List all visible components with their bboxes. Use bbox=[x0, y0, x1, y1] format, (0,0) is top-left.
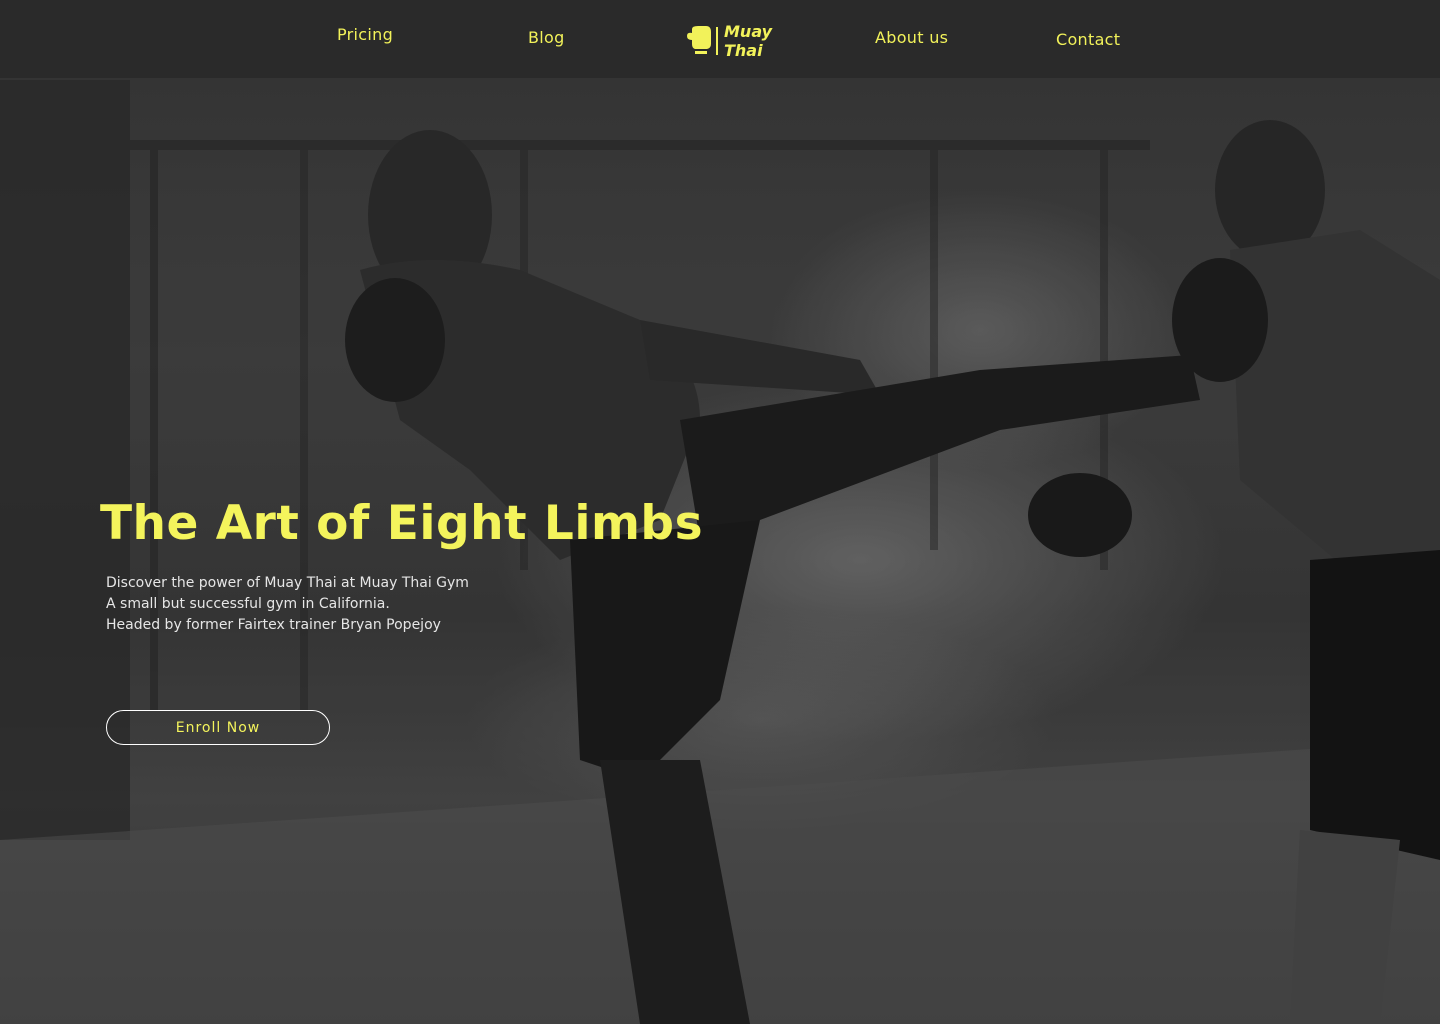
hero-description-line: Discover the power of Muay Thai at Muay … bbox=[106, 575, 469, 591]
nav-link-contact[interactable]: Contact bbox=[1056, 30, 1120, 49]
hero-description-line: Headed by former Fairtex trainer Bryan P… bbox=[106, 617, 441, 633]
enroll-now-button[interactable]: Enroll Now bbox=[106, 710, 330, 745]
hero-description: Discover the power of Muay Thai at Muay … bbox=[106, 573, 469, 636]
logo-line-2: Thai bbox=[724, 41, 763, 60]
boxing-glove-icon bbox=[687, 26, 711, 54]
nav-link-about-us[interactable]: About us bbox=[875, 28, 948, 47]
top-nav: Pricing Blog Muay Thai About us Contact bbox=[0, 0, 1440, 78]
logo-line-1: Muay bbox=[724, 22, 773, 41]
hero-section: Pricing Blog Muay Thai About us Contact … bbox=[0, 0, 1440, 1024]
hero-description-line: A small but successful gym in California… bbox=[106, 596, 390, 612]
logo-divider bbox=[716, 27, 718, 55]
logo-text: Muay Thai bbox=[724, 22, 772, 60]
nav-link-pricing[interactable]: Pricing bbox=[337, 25, 393, 44]
hero-title: The Art of Eight Limbs bbox=[100, 496, 704, 551]
nav-link-blog[interactable]: Blog bbox=[528, 28, 565, 47]
site-logo[interactable]: Muay Thai bbox=[686, 22, 772, 60]
